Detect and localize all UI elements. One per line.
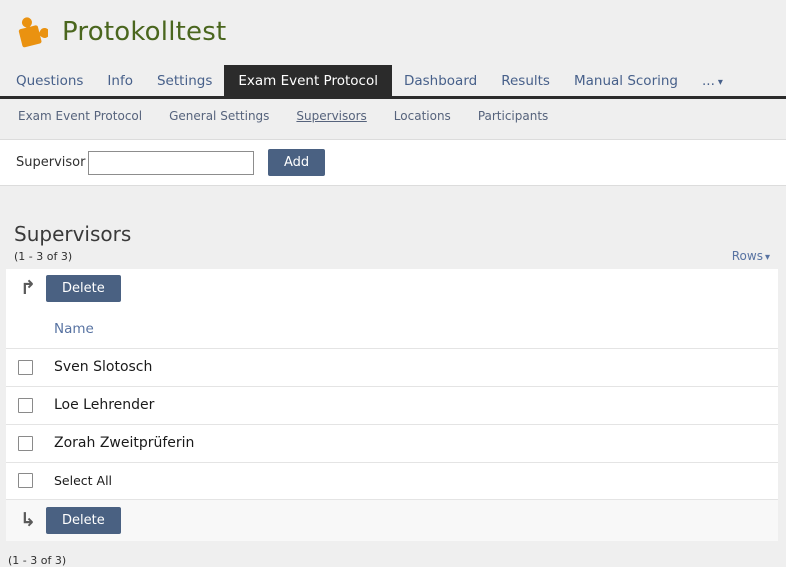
select-all-label: Select All xyxy=(54,473,112,488)
table-meta-row: (1 - 3 of 3) Rows▾ xyxy=(0,246,786,269)
range-indicator-bottom: (1 - 3 of 3) xyxy=(8,554,66,567)
tab-overflow[interactable]: ...▾ xyxy=(690,67,735,96)
subtab-participants[interactable]: Participants xyxy=(478,109,549,123)
supervisor-name: Loe Lehrender xyxy=(54,397,154,413)
table-row: Loe Lehrender xyxy=(6,386,778,424)
range-indicator-top: (1 - 3 of 3) xyxy=(14,250,72,263)
row-checkbox[interactable] xyxy=(18,398,33,413)
caret-down-icon: ▾ xyxy=(765,252,770,263)
tab-questions[interactable]: Questions xyxy=(4,67,95,96)
puzzle-icon xyxy=(14,15,48,49)
range-indicator-bottom-wrap: (1 - 3 of 3) xyxy=(0,541,786,567)
page-title: Protokolltest xyxy=(62,17,226,47)
table-header-row: Name xyxy=(6,308,778,348)
tab-settings[interactable]: Settings xyxy=(145,67,224,96)
sub-tabbar: Exam Event Protocol General Settings Sup… xyxy=(0,99,786,132)
row-checkbox[interactable] xyxy=(18,436,33,451)
caret-down-icon: ▾ xyxy=(718,77,723,88)
select-all-checkbox[interactable] xyxy=(18,473,33,488)
app-window: Protokolltest Questions Info Settings Ex… xyxy=(0,0,786,567)
arrow-down-right-icon: ↳ xyxy=(16,511,40,530)
add-button[interactable]: Add xyxy=(268,149,325,176)
add-supervisor-form: Supervisor Add xyxy=(0,139,786,186)
tab-dashboard[interactable]: Dashboard xyxy=(392,67,489,96)
table-toolbar-bottom: ↳ Delete xyxy=(6,499,778,541)
tab-overflow-label: ... xyxy=(702,73,715,89)
subtab-locations[interactable]: Locations xyxy=(394,109,451,123)
supervisor-name: Zorah Zweitprüferin xyxy=(54,435,194,451)
subtab-supervisors[interactable]: Supervisors xyxy=(296,109,366,123)
row-checkbox[interactable] xyxy=(18,360,33,375)
page-header: Protokolltest xyxy=(0,0,786,63)
delete-button-bottom[interactable]: Delete xyxy=(46,507,121,534)
table-row: Sven Slotosch xyxy=(6,348,778,386)
supervisor-field-label: Supervisor xyxy=(16,155,88,170)
rows-dropdown-label: Rows xyxy=(732,249,763,263)
select-all-row: Select All xyxy=(6,462,778,499)
tab-manual-scoring[interactable]: Manual Scoring xyxy=(562,67,690,96)
section-title: Supervisors xyxy=(14,222,770,246)
subtab-general-settings[interactable]: General Settings xyxy=(169,109,269,123)
rows-dropdown[interactable]: Rows▾ xyxy=(732,249,770,263)
supervisors-table: ↱ Delete Name Sven Slotosch Loe Lehrende… xyxy=(6,269,778,541)
tab-results[interactable]: Results xyxy=(489,67,562,96)
column-header-name[interactable]: Name xyxy=(54,321,94,337)
subtab-exam-event-protocol[interactable]: Exam Event Protocol xyxy=(18,109,142,123)
tab-info[interactable]: Info xyxy=(95,67,145,96)
table-toolbar-top: ↱ Delete xyxy=(6,269,778,308)
main-tabbar: Questions Info Settings Exam Event Proto… xyxy=(0,65,786,99)
arrow-up-right-icon: ↱ xyxy=(16,279,40,298)
supervisor-input[interactable] xyxy=(88,151,254,175)
tab-exam-event-protocol[interactable]: Exam Event Protocol xyxy=(224,65,392,96)
table-row: Zorah Zweitprüferin xyxy=(6,424,778,462)
supervisor-name: Sven Slotosch xyxy=(54,359,152,375)
delete-button-top[interactable]: Delete xyxy=(46,275,121,302)
